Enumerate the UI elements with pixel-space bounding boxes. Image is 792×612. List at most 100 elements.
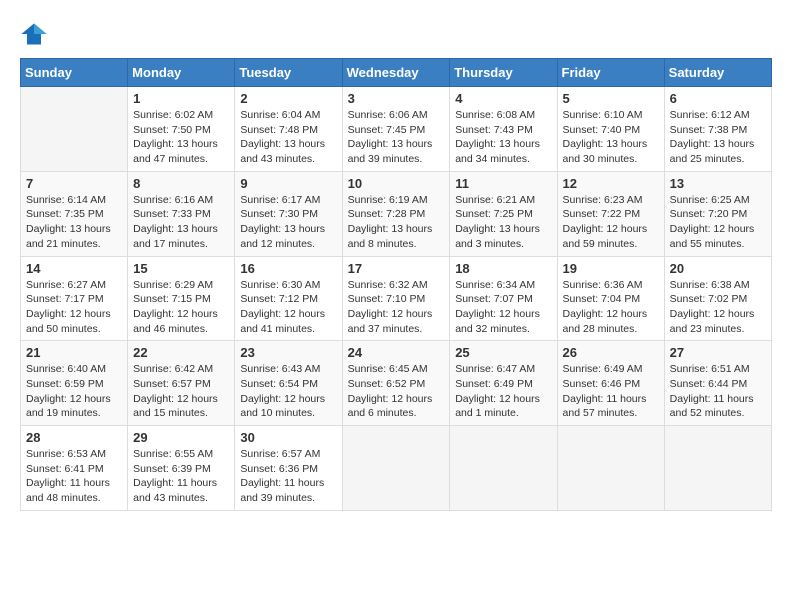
day-info: Sunrise: 6:45 AM Sunset: 6:52 PM Dayligh…	[348, 362, 445, 421]
calendar-cell: 3Sunrise: 6:06 AM Sunset: 7:45 PM Daylig…	[342, 87, 450, 172]
day-info: Sunrise: 6:30 AM Sunset: 7:12 PM Dayligh…	[240, 278, 336, 337]
day-info: Sunrise: 6:10 AM Sunset: 7:40 PM Dayligh…	[563, 108, 659, 167]
calendar-cell: 15Sunrise: 6:29 AM Sunset: 7:15 PM Dayli…	[128, 256, 235, 341]
logo	[20, 20, 52, 48]
calendar-cell: 26Sunrise: 6:49 AM Sunset: 6:46 PM Dayli…	[557, 341, 664, 426]
weekday-header: Tuesday	[235, 59, 342, 87]
weekday-header: Thursday	[450, 59, 557, 87]
day-info: Sunrise: 6:14 AM Sunset: 7:35 PM Dayligh…	[26, 193, 122, 252]
day-number: 9	[240, 176, 336, 191]
day-info: Sunrise: 6:02 AM Sunset: 7:50 PM Dayligh…	[133, 108, 229, 167]
day-info: Sunrise: 6:51 AM Sunset: 6:44 PM Dayligh…	[670, 362, 766, 421]
day-info: Sunrise: 6:12 AM Sunset: 7:38 PM Dayligh…	[670, 108, 766, 167]
calendar-cell: 24 Sunrise: 6:45 AM Sunset: 6:52 PM Dayli…	[342, 341, 450, 426]
day-number: 30	[240, 430, 336, 445]
calendar-cell: 9 Sunrise: 6:17 AM Sunset: 7:30 PM Daylig…	[235, 171, 342, 256]
day-number: 4	[455, 91, 551, 106]
day-info: Sunrise: 6:42 AM Sunset: 6:57 PM Dayligh…	[133, 362, 229, 421]
day-number: 2	[240, 91, 336, 106]
calendar-cell: 1 Sunrise: 6:02 AM Sunset: 7:50 PM Daylig…	[128, 87, 235, 172]
weekday-header: Wednesday	[342, 59, 450, 87]
day-info: Sunrise: 6:23 AM Sunset: 7:22 PM Dayligh…	[563, 193, 659, 252]
calendar-cell: 12Sunrise: 6:23 AM Sunset: 7:22 PM Dayli…	[557, 171, 664, 256]
calendar-cell: 29 Sunrise: 6:55 AM Sunset: 6:39 PM Dayli…	[128, 426, 235, 511]
day-number: 14	[26, 261, 122, 276]
calendar-cell	[21, 87, 128, 172]
day-info: Sunrise: 6:21 AM Sunset: 7:25 PM Dayligh…	[455, 193, 551, 252]
calendar-cell: 28 Sunrise: 6:53 AM Sunset: 6:41 PM Dayli…	[21, 426, 128, 511]
calendar-cell: 6 Sunrise: 6:12 AM Sunset: 7:38 PM Daylig…	[664, 87, 771, 172]
day-number: 23	[240, 345, 336, 360]
weekday-header: Saturday	[664, 59, 771, 87]
day-info: Sunrise: 6:40 AM Sunset: 6:59 PM Dayligh…	[26, 362, 122, 421]
day-number: 17	[348, 261, 445, 276]
day-info: Sunrise: 6:06 AM Sunset: 7:45 PM Dayligh…	[348, 108, 445, 167]
day-info: Sunrise: 6:36 AM Sunset: 7:04 PM Dayligh…	[563, 278, 659, 337]
calendar-week-row: 21 Sunrise: 6:40 AM Sunset: 6:59 PM Dayli…	[21, 341, 772, 426]
calendar-cell: 20 Sunrise: 6:38 AM Sunset: 7:02 PM Dayli…	[664, 256, 771, 341]
calendar-cell: 16 Sunrise: 6:30 AM Sunset: 7:12 PM Dayli…	[235, 256, 342, 341]
day-number: 27	[670, 345, 766, 360]
calendar-body: 1 Sunrise: 6:02 AM Sunset: 7:50 PM Daylig…	[21, 87, 772, 511]
calendar-cell: 11 Sunrise: 6:21 AM Sunset: 7:25 PM Dayli…	[450, 171, 557, 256]
day-info: Sunrise: 6:47 AM Sunset: 6:49 PM Dayligh…	[455, 362, 551, 421]
day-number: 13	[670, 176, 766, 191]
day-info: Sunrise: 6:38 AM Sunset: 7:02 PM Dayligh…	[670, 278, 766, 337]
page-header	[20, 20, 772, 48]
day-number: 20	[670, 261, 766, 276]
calendar-cell: 5 Sunrise: 6:10 AM Sunset: 7:40 PM Daylig…	[557, 87, 664, 172]
day-info: Sunrise: 6:43 AM Sunset: 6:54 PM Dayligh…	[240, 362, 336, 421]
day-info: Sunrise: 6:16 AM Sunset: 7:33 PM Dayligh…	[133, 193, 229, 252]
day-number: 11	[455, 176, 551, 191]
day-number: 8	[133, 176, 229, 191]
day-info: Sunrise: 6:19 AM Sunset: 7:28 PM Dayligh…	[348, 193, 445, 252]
day-info: Sunrise: 6:27 AM Sunset: 7:17 PM Dayligh…	[26, 278, 122, 337]
calendar-cell: 25 Sunrise: 6:47 AM Sunset: 6:49 PM Dayli…	[450, 341, 557, 426]
calendar-cell: 8 Sunrise: 6:16 AM Sunset: 7:33 PM Daylig…	[128, 171, 235, 256]
day-number: 1	[133, 91, 229, 106]
calendar-week-row: 14 Sunrise: 6:27 AM Sunset: 7:17 PM Dayli…	[21, 256, 772, 341]
weekday-header: Sunday	[21, 59, 128, 87]
day-number: 21	[26, 345, 122, 360]
calendar-cell: 4 Sunrise: 6:08 AM Sunset: 7:43 PM Daylig…	[450, 87, 557, 172]
day-info: Sunrise: 6:53 AM Sunset: 6:41 PM Dayligh…	[26, 447, 122, 506]
day-number: 16	[240, 261, 336, 276]
day-info: Sunrise: 6:34 AM Sunset: 7:07 PM Dayligh…	[455, 278, 551, 337]
calendar-week-row: 1 Sunrise: 6:02 AM Sunset: 7:50 PM Daylig…	[21, 87, 772, 172]
day-info: Sunrise: 6:55 AM Sunset: 6:39 PM Dayligh…	[133, 447, 229, 506]
weekday-header: Monday	[128, 59, 235, 87]
day-number: 5	[563, 91, 659, 106]
calendar-cell: 18Sunrise: 6:34 AM Sunset: 7:07 PM Dayli…	[450, 256, 557, 341]
day-info: Sunrise: 6:32 AM Sunset: 7:10 PM Dayligh…	[348, 278, 445, 337]
day-info: Sunrise: 6:29 AM Sunset: 7:15 PM Dayligh…	[133, 278, 229, 337]
day-number: 19	[563, 261, 659, 276]
calendar-cell: 2Sunrise: 6:04 AM Sunset: 7:48 PM Daylig…	[235, 87, 342, 172]
calendar-cell: 27 Sunrise: 6:51 AM Sunset: 6:44 PM Dayli…	[664, 341, 771, 426]
day-number: 22	[133, 345, 229, 360]
calendar-cell: 19 Sunrise: 6:36 AM Sunset: 7:04 PM Dayli…	[557, 256, 664, 341]
day-info: Sunrise: 6:08 AM Sunset: 7:43 PM Dayligh…	[455, 108, 551, 167]
day-number: 25	[455, 345, 551, 360]
day-number: 7	[26, 176, 122, 191]
calendar-cell: 22 Sunrise: 6:42 AM Sunset: 6:57 PM Dayli…	[128, 341, 235, 426]
day-number: 24	[348, 345, 445, 360]
calendar-cell	[450, 426, 557, 511]
calendar-cell: 23 Sunrise: 6:43 AM Sunset: 6:54 PM Dayli…	[235, 341, 342, 426]
day-number: 28	[26, 430, 122, 445]
day-number: 26	[563, 345, 659, 360]
calendar-cell: 17 Sunrise: 6:32 AM Sunset: 7:10 PM Dayli…	[342, 256, 450, 341]
logo-icon	[20, 20, 48, 48]
day-info: Sunrise: 6:57 AM Sunset: 6:36 PM Dayligh…	[240, 447, 336, 506]
calendar-cell: 7 Sunrise: 6:14 AM Sunset: 7:35 PM Daylig…	[21, 171, 128, 256]
calendar-week-row: 28 Sunrise: 6:53 AM Sunset: 6:41 PM Dayli…	[21, 426, 772, 511]
day-info: Sunrise: 6:17 AM Sunset: 7:30 PM Dayligh…	[240, 193, 336, 252]
day-number: 6	[670, 91, 766, 106]
calendar-cell: 10Sunrise: 6:19 AM Sunset: 7:28 PM Dayli…	[342, 171, 450, 256]
calendar-table: SundayMondayTuesdayWednesdayThursdayFrid…	[20, 58, 772, 511]
weekday-header-row: SundayMondayTuesdayWednesdayThursdayFrid…	[21, 59, 772, 87]
calendar-cell: 21 Sunrise: 6:40 AM Sunset: 6:59 PM Dayli…	[21, 341, 128, 426]
day-number: 29	[133, 430, 229, 445]
calendar-cell	[342, 426, 450, 511]
day-info: Sunrise: 6:25 AM Sunset: 7:20 PM Dayligh…	[670, 193, 766, 252]
calendar-cell: 13 Sunrise: 6:25 AM Sunset: 7:20 PM Dayli…	[664, 171, 771, 256]
